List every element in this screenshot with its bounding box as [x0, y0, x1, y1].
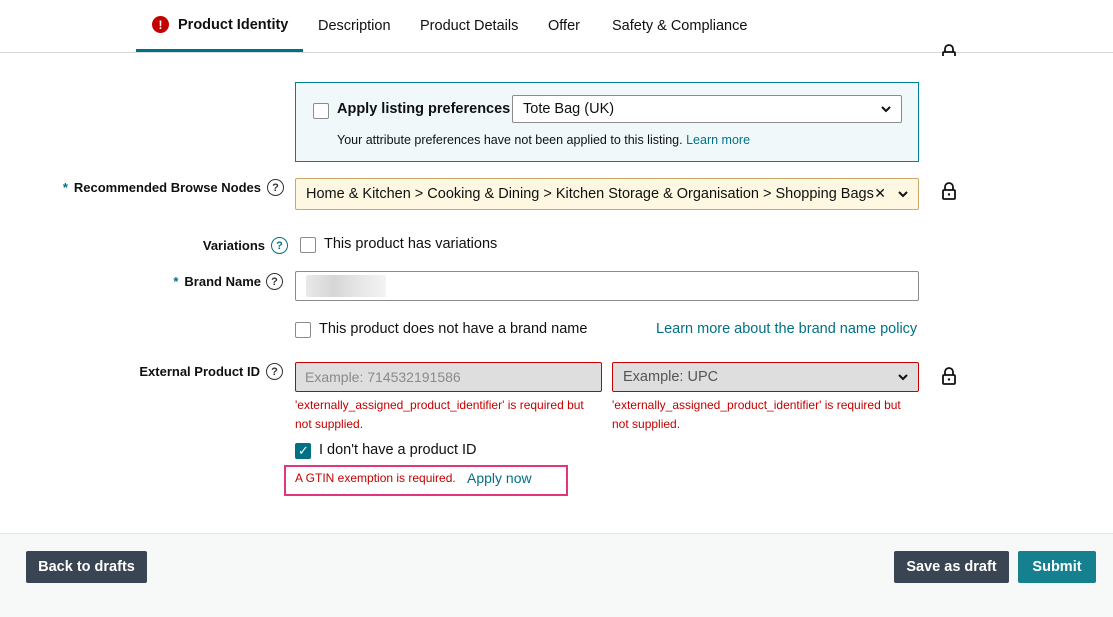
footer-bar: Back to drafts Save as draft Submit [0, 533, 1113, 617]
brand-name-label-text: Brand Name [184, 274, 261, 289]
help-icon[interactable]: ? [266, 273, 283, 290]
variations-checkbox[interactable] [300, 237, 316, 253]
learn-more-link[interactable]: Learn more [686, 133, 750, 147]
apply-now-link[interactable]: Apply now [467, 470, 532, 486]
no-brand-label: This product does not have a brand name [319, 321, 588, 337]
error-icon: ! [152, 16, 169, 33]
preferences-select-value: Tote Bag (UK) [523, 101, 615, 117]
gtin-exemption-message: A GTIN exemption is required. [295, 471, 456, 485]
apply-preferences-checkbox[interactable] [313, 103, 329, 119]
brand-name-label: * Brand Name [100, 274, 261, 289]
browse-nodes-value: Home & Kitchen > Cooking & Dining > Kitc… [306, 186, 874, 202]
external-id-type-placeholder: Example: UPC [623, 369, 719, 385]
external-id-input[interactable]: Example: 714532191586 [295, 362, 602, 392]
external-id-error: 'externally_assigned_product_identifier'… [295, 396, 584, 434]
listing-preferences-panel: Apply listing preferences Tote Bag (UK) … [295, 82, 919, 162]
error-line: not supplied. [295, 417, 364, 431]
lock-icon[interactable] [941, 182, 957, 200]
tab-product-identity[interactable]: ! Product Identity [136, 0, 303, 52]
no-product-id-label: I don't have a product ID [319, 442, 477, 458]
required-mark: * [62, 180, 68, 195]
variations-checkbox-label: This product has variations [324, 236, 498, 252]
error-line: 'externally_assigned_product_identifier'… [295, 398, 584, 412]
back-to-drafts-button[interactable]: Back to drafts [26, 551, 147, 583]
no-product-id-checkbox[interactable] [295, 443, 311, 459]
help-icon[interactable]: ? [271, 237, 288, 254]
no-brand-checkbox[interactable] [295, 322, 311, 338]
tab-offer[interactable]: Offer [548, 0, 580, 52]
error-line: 'externally_assigned_product_identifier'… [612, 398, 901, 412]
preferences-note: Your attribute preferences have not been… [337, 133, 750, 147]
external-id-type-select[interactable]: Example: UPC [612, 362, 919, 392]
brand-name-input[interactable] [295, 271, 919, 301]
preferences-note-text: Your attribute preferences have not been… [337, 133, 683, 147]
help-icon[interactable]: ? [267, 179, 284, 196]
apply-preferences-label: Apply listing preferences [337, 101, 511, 117]
clear-icon[interactable]: ✕ [874, 185, 886, 202]
browse-nodes-label-text: Recommended Browse Nodes [73, 180, 261, 195]
save-as-draft-button[interactable]: Save as draft [894, 551, 1009, 583]
variations-label: Variations [202, 238, 265, 253]
help-icon[interactable]: ? [266, 363, 283, 380]
chevron-down-icon [881, 106, 891, 113]
error-line: not supplied. [612, 417, 681, 431]
browse-nodes-label: * Recommended Browse Nodes [40, 180, 261, 195]
lock-icon [941, 44, 957, 56]
brand-policy-link[interactable]: Learn more about the brand name policy [656, 321, 917, 337]
external-id-label: External Product ID [139, 364, 260, 379]
tab-product-details[interactable]: Product Details [420, 0, 518, 52]
lock-icon[interactable] [941, 367, 957, 385]
preferences-select[interactable]: Tote Bag (UK) [512, 95, 902, 123]
browse-nodes-select[interactable]: Home & Kitchen > Cooking & Dining > Kitc… [295, 178, 919, 210]
tab-description[interactable]: Description [318, 0, 391, 52]
external-id-type-error: 'externally_assigned_product_identifier'… [612, 396, 901, 434]
tab-label: Product Identity [178, 16, 289, 33]
external-id-placeholder: Example: 714532191586 [305, 369, 461, 385]
required-mark: * [173, 274, 179, 289]
chevron-down-icon [898, 191, 908, 198]
chevron-down-icon [898, 374, 908, 381]
redacted-brand-value [306, 275, 386, 297]
tab-safety-compliance[interactable]: Safety & Compliance [612, 0, 747, 52]
submit-button[interactable]: Submit [1018, 551, 1096, 583]
